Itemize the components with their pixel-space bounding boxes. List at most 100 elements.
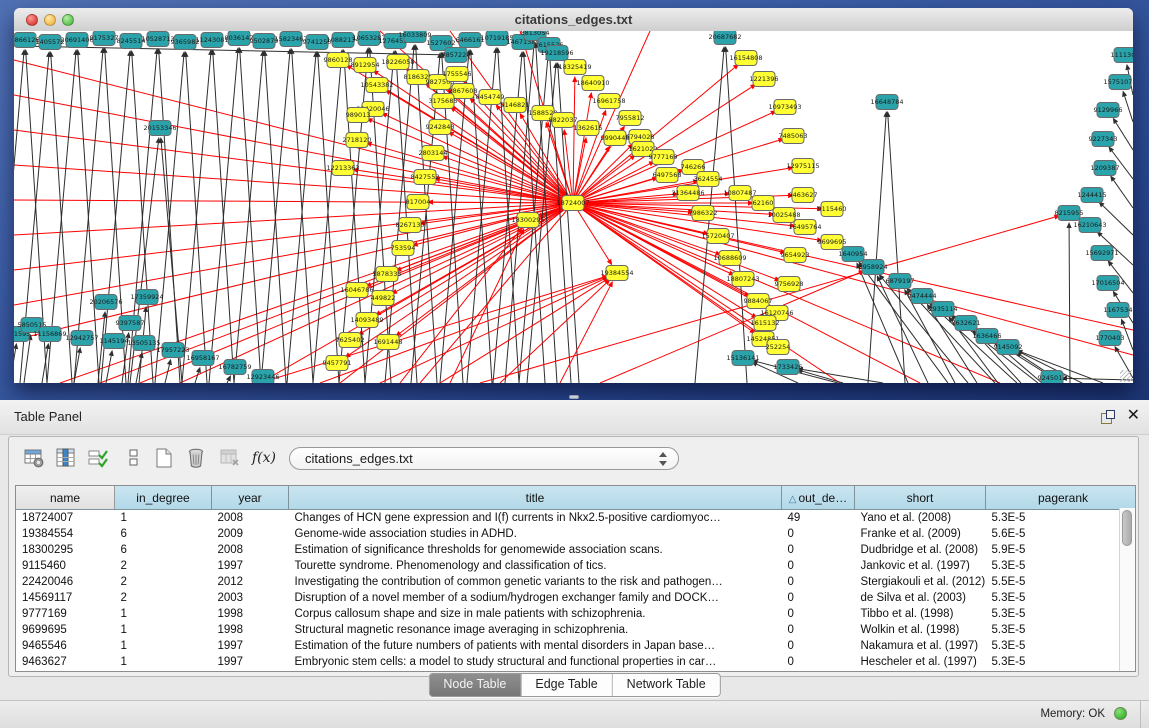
column-header-in_degree[interactable]: in_degree [115, 486, 212, 510]
graph-node[interactable]: 9146821 [501, 98, 530, 113]
table-cell[interactable]: 6 [115, 542, 212, 558]
table-cell[interactable]: 2008 [212, 542, 289, 558]
graph-node[interactable]: 9457791 [323, 356, 352, 371]
table-cell[interactable]: 5.6E-5 [986, 526, 1137, 542]
table-scrollbar[interactable] [1119, 508, 1135, 671]
graph-node[interactable]: 7625402 [336, 333, 365, 348]
table-cell[interactable]: 0 [782, 542, 855, 558]
close-panel-icon[interactable]: ✕ [1127, 406, 1140, 426]
table-row[interactable]: 1456911722003Disruption of a novel membe… [16, 590, 1136, 606]
graph-node[interactable]: 16958167 [186, 351, 219, 366]
graph-node[interactable]: 1755546 [443, 67, 472, 82]
table-cell[interactable]: 0 [782, 654, 855, 670]
table-cell[interactable]: 6 [115, 526, 212, 542]
table-cell[interactable]: Disruption of a novel member of a sodium… [289, 590, 782, 606]
table-cell[interactable]: 2009 [212, 526, 289, 542]
table-cell[interactable]: 2012 [212, 574, 289, 590]
column-header-short[interactable]: short [855, 486, 986, 510]
graph-node[interactable]: 8427552 [411, 170, 440, 185]
table-cell[interactable]: 2 [115, 590, 212, 606]
graph-node[interactable]: 20153346 [143, 121, 176, 136]
graph-node[interactable]: 15720407 [701, 229, 734, 244]
table-cell[interactable]: 9777169 [16, 606, 115, 622]
graph-node[interactable]: 9860128 [324, 53, 353, 68]
table-cell[interactable]: 1 [115, 654, 212, 670]
table-cell[interactable]: 22420046 [16, 574, 115, 590]
table-cell[interactable]: Hescheler et al. (1997) [855, 654, 986, 670]
table-cell[interactable]: de Silva et al. (2003) [855, 590, 986, 606]
table-cell[interactable]: Embryonic stem cells: a model to study s… [289, 654, 782, 670]
graph-node[interactable]: 3624554 [694, 172, 723, 187]
graph-node[interactable]: 9699695 [818, 235, 847, 250]
graph-node[interactable]: 7857224 [442, 48, 471, 63]
table-cell[interactable]: Nakamura et al. (1997) [855, 638, 986, 654]
graph-node[interactable]: 5878335 [373, 267, 402, 282]
table-cell[interactable]: 49 [782, 510, 855, 527]
graph-node[interactable]: 1615132 [751, 316, 780, 331]
table-cell[interactable]: Tourette syndrome. Phenomenology and cla… [289, 558, 782, 574]
table-cell[interactable]: 0 [782, 638, 855, 654]
table-row[interactable]: 911546021997Tourette syndrome. Phenomeno… [16, 558, 1136, 574]
table-cell[interactable]: Jankovic et al. (1997) [855, 558, 986, 574]
table-cell[interactable]: 1 [115, 638, 212, 654]
float-panel-icon[interactable] [1101, 410, 1115, 424]
graph-node[interactable]: 7632621 [952, 316, 981, 331]
graph-node[interactable]: 15692971 [1085, 246, 1118, 261]
function-builder-icon[interactable]: f(x) [251, 445, 277, 471]
graph-node[interactable]: 9129966 [1094, 103, 1123, 118]
column-header-year[interactable]: year [212, 486, 289, 510]
graph-node[interactable]: 17016504 [1091, 276, 1124, 291]
graph-node[interactable]: 62160 [752, 196, 774, 211]
network-canvas[interactable]: 6866126140557220691406917532782455141052… [14, 31, 1133, 383]
graph-node[interactable]: 817004 [406, 195, 431, 210]
graph-node[interactable]: 12975115 [786, 159, 819, 174]
graph-node[interactable]: 2935114 [929, 302, 958, 317]
graph-node[interactable]: 1145194 [100, 334, 129, 349]
graph-node[interactable]: 1733426 [774, 360, 803, 375]
graph-node[interactable]: 9756928 [775, 277, 804, 292]
graph-node[interactable]: 12923446 [246, 370, 279, 384]
table-cell[interactable]: 1 [115, 622, 212, 638]
table-cell[interactable]: Stergiakouli et al. (2012) [855, 574, 986, 590]
table-cell[interactable]: 0 [782, 606, 855, 622]
graph-node[interactable]: 9397587 [116, 316, 145, 331]
graph-node[interactable]: 9463627 [789, 188, 818, 203]
graph-node[interactable]: 1770403 [1096, 331, 1125, 346]
table-cell[interactable]: 2003 [212, 590, 289, 606]
table-cell[interactable]: Wolkin et al. (1998) [855, 622, 986, 638]
table-cell[interactable]: 0 [782, 526, 855, 542]
table-cell[interactable]: 9115460 [16, 558, 115, 574]
graph-node[interactable]: 1167534 [1104, 303, 1133, 318]
graph-node[interactable]: 449822 [371, 291, 396, 306]
graph-node[interactable]: 1362615 [574, 121, 603, 136]
row-height-icon[interactable] [121, 445, 147, 471]
table-row[interactable]: 1938455462009Genome-wide association stu… [16, 526, 1136, 542]
graph-node[interactable]: 9654923 [781, 248, 810, 263]
table-cell[interactable]: 14569117 [16, 590, 115, 606]
table-cell[interactable]: 0 [782, 558, 855, 574]
table-row[interactable]: 1872400712008Changes of HCN gene express… [16, 510, 1136, 527]
graph-node[interactable]: 16154808 [729, 51, 762, 66]
graph-node[interactable]: 2718120 [343, 133, 372, 148]
graph-node[interactable]: 9227343 [1089, 132, 1118, 147]
table-cell[interactable]: Structural magnetic resonance image aver… [289, 622, 782, 638]
table-scrollbar-thumb[interactable] [1122, 510, 1132, 546]
table-cell[interactable]: 9699695 [16, 622, 115, 638]
table-cell[interactable]: 5.3E-5 [986, 638, 1137, 654]
graph-node[interactable]: 1111304 [1111, 48, 1133, 63]
graph-node[interactable]: 8267130 [396, 218, 425, 233]
graph-node[interactable]: 12942757 [65, 331, 98, 346]
table-cell[interactable]: 9463627 [16, 654, 115, 670]
graph-node[interactable]: 8958924 [859, 260, 888, 275]
graph-node[interactable]: 7955812 [616, 111, 645, 126]
graph-node[interactable]: 9145092 [994, 340, 1023, 355]
table-cell[interactable]: 5.3E-5 [986, 622, 1137, 638]
table-cell[interactable]: 1997 [212, 638, 289, 654]
graph-node[interactable]: 7986322 [689, 206, 718, 221]
table-cell[interactable]: Dudbridge et al. (2008) [855, 542, 986, 558]
table-cell[interactable]: 2 [115, 558, 212, 574]
table-row[interactable]: 946362711997Embryonic stem cells: a mode… [16, 654, 1136, 670]
trash-icon[interactable] [183, 445, 209, 471]
graph-node[interactable]: 1691448 [374, 335, 403, 350]
table-cell[interactable]: 5.3E-5 [986, 510, 1137, 527]
